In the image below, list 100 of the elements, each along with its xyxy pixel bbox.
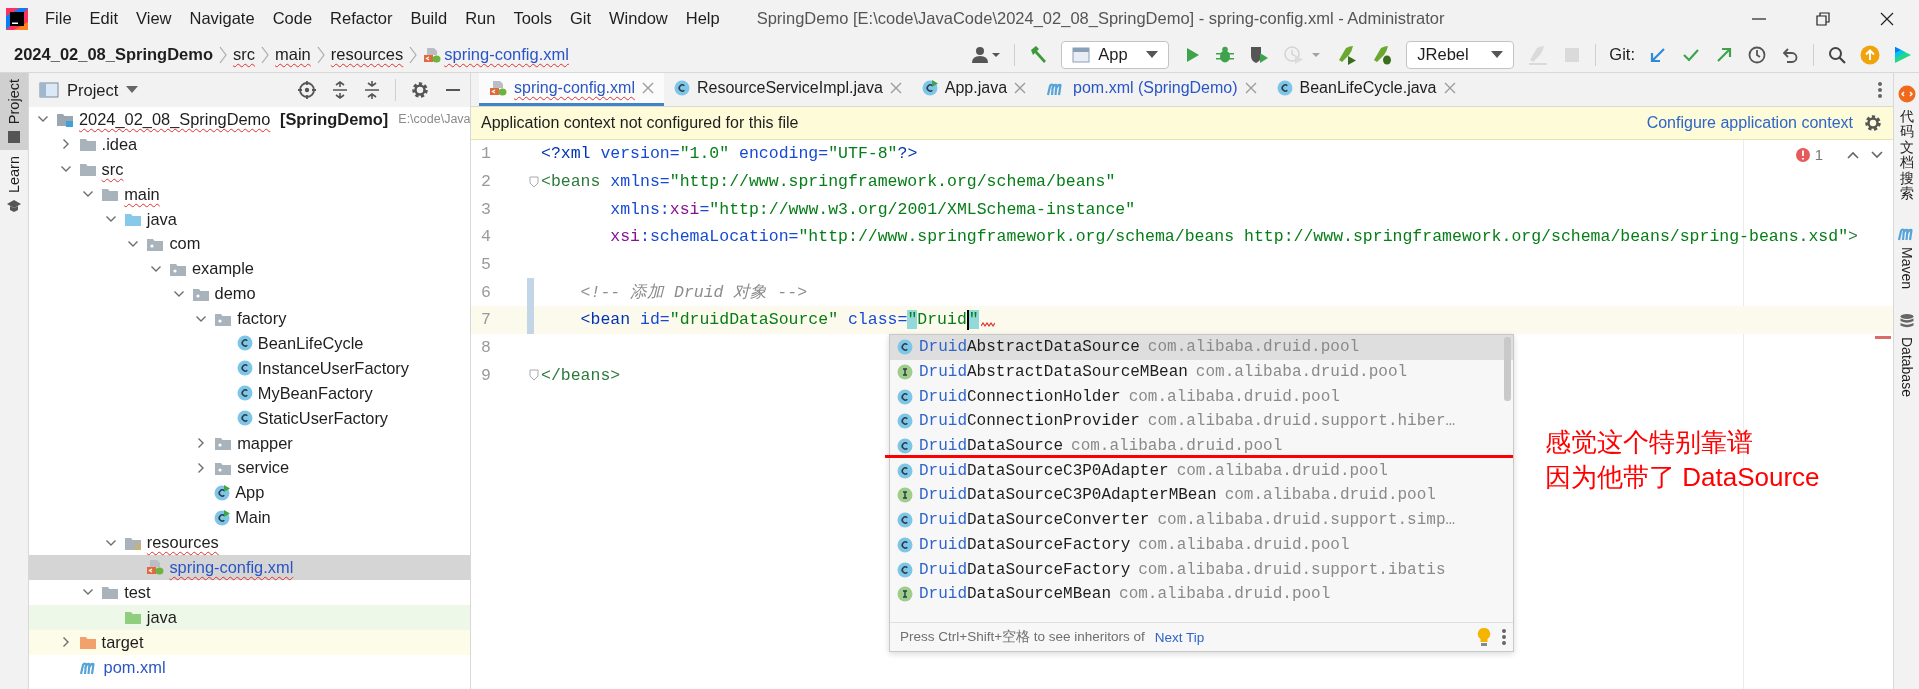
run-configuration-dropdown[interactable]: App: [1061, 40, 1170, 69]
tree-item[interactable]: factory: [29, 306, 470, 331]
code-line: </beans>: [541, 365, 621, 385]
editor-tab[interactable]: BeanLifeCycle.java: [1266, 73, 1466, 106]
tree-item[interactable]: spring-config.xml: [29, 555, 470, 580]
tree-item[interactable]: java: [29, 604, 470, 630]
tree-item[interactable]: src: [29, 156, 470, 182]
rocket-debug-icon[interactable]: [1371, 44, 1394, 65]
fold-marker-icon[interactable]: [529, 175, 539, 188]
breadcrumb-item[interactable]: src: [233, 45, 256, 64]
configure-link[interactable]: Configure application context: [1646, 114, 1853, 132]
menu-item[interactable]: Run: [456, 9, 505, 28]
menu-item[interactable]: Refactor: [321, 9, 402, 28]
problem-count[interactable]: 1: [1794, 146, 1823, 163]
menu-item[interactable]: Edit: [80, 9, 128, 28]
app-logo-icon[interactable]: [6, 7, 28, 30]
locate-icon[interactable]: [297, 80, 317, 100]
tree-item[interactable]: service: [29, 455, 470, 481]
tree-item[interactable]: InstanceUserFactory: [29, 355, 470, 381]
menu-item[interactable]: Window: [600, 9, 677, 28]
xml-file-icon: [423, 46, 442, 63]
menu-item[interactable]: Help: [676, 9, 729, 28]
tree-item[interactable]: example: [29, 256, 470, 282]
tool-window-tab[interactable]: Learn: [0, 150, 28, 220]
editor-tab[interactable]: ResourceServiceImpl.java: [663, 73, 912, 106]
completion-item[interactable]: DruidDataSourceC3P0Adapter com.alibaba.druid.pool: [890, 458, 1513, 484]
scrollbar-thumb[interactable]: [1504, 337, 1511, 401]
completion-item[interactable]: DruidDataSourceFactory com.alibaba.druid.pool: [890, 532, 1513, 558]
lightbulb-icon[interactable]: [1477, 627, 1491, 647]
completion-item[interactable]: DruidDataSourceMBean com.alibaba.druid.pool: [890, 581, 1513, 607]
tree-item[interactable]: StaticUserFactory: [29, 405, 470, 431]
history-icon[interactable]: [1747, 44, 1767, 65]
completion-item[interactable]: DruidDataSourceConverter com.alibaba.druid.support.simp…: [890, 507, 1513, 533]
code-line: <?xml version="1.0" encoding="UTF-8"?>: [541, 144, 918, 164]
tree-item[interactable]: test: [29, 579, 470, 605]
panel-window-icon: [39, 81, 59, 99]
expand-all-icon[interactable]: [331, 80, 349, 100]
menu-item[interactable]: Code: [263, 9, 322, 28]
tree-item[interactable]: MyBeanFactory: [29, 380, 470, 406]
collapse-all-icon[interactable]: [363, 80, 381, 100]
fold-marker-icon[interactable]: [529, 369, 539, 382]
project-view-dropdown[interactable]: Project: [39, 80, 139, 100]
interface-icon: [897, 487, 913, 504]
menu-item[interactable]: Build: [401, 9, 457, 28]
tree-item[interactable]: App: [29, 480, 470, 506]
menu-item[interactable]: File: [36, 9, 81, 28]
breadcrumb-item[interactable]: spring-config.xml: [423, 45, 569, 64]
breadcrumb-item[interactable]: main: [275, 45, 311, 64]
tree-item[interactable]: main: [29, 181, 470, 207]
tool-window-tab[interactable]: Maven: [1896, 225, 1917, 290]
tree-item[interactable]: .idea: [29, 131, 470, 157]
tree-item[interactable]: Main: [29, 505, 470, 531]
line-number: 9: [480, 365, 492, 385]
tree-item[interactable]: pom.xml: [29, 654, 470, 680]
menu-item[interactable]: View: [127, 9, 181, 28]
menu-item[interactable]: Navigate: [180, 9, 264, 28]
completion-item[interactable]: DruidAbstractDataSource com.alibaba.druid.pool: [890, 335, 1513, 360]
folder-icon: [78, 161, 97, 178]
tree-item[interactable]: java: [29, 206, 470, 232]
close-tab-icon[interactable]: [641, 82, 654, 94]
tool-window-tab[interactable]: 代码文档搜索: [1897, 85, 1916, 202]
menu-item[interactable]: Tools: [504, 9, 561, 28]
tree-item[interactable]: com: [29, 231, 470, 257]
search-icon[interactable]: [1827, 44, 1847, 65]
dropdown-caret-icon: [126, 86, 139, 94]
class-icon: [897, 438, 913, 455]
toolbox-logo-icon[interactable]: [1893, 44, 1913, 65]
menu-item[interactable]: Git: [560, 9, 601, 28]
completion-item[interactable]: DruidConnectionHolder com.alibaba.druid.pool: [890, 384, 1513, 410]
tree-item[interactable]: 2024_02_08_SpringDemo [SpringDemo] E:\code\Java: [29, 107, 470, 132]
settings-icon[interactable]: [410, 80, 430, 100]
rocket-run-icon[interactable]: [1336, 44, 1359, 65]
user-menu-icon[interactable]: [971, 44, 1002, 65]
minimize-icon: [1752, 17, 1766, 20]
tree-item[interactable]: demo: [29, 281, 470, 307]
breadcrumb-item[interactable]: resources: [330, 45, 404, 64]
more-icon[interactable]: [1877, 79, 1883, 100]
more-icon[interactable]: [1501, 628, 1507, 646]
tool-window-tab[interactable]: Project: [0, 73, 28, 151]
completion-item[interactable]: DruidConnectionProvider com.alibaba.druid.support.hiber…: [890, 409, 1513, 434]
editor-tab[interactable]: App.java: [911, 73, 1037, 106]
next-tip-link[interactable]: Next Tip: [1154, 629, 1205, 645]
tree-item[interactable]: target: [29, 629, 470, 655]
editor-tab[interactable]: pom.xml (SpringDemo): [1036, 73, 1267, 106]
completion-item[interactable]: DruidAbstractDataSourceMBean com.alibaba.druid.pool: [890, 359, 1513, 385]
completion-item[interactable]: DruidDataSource com.alibaba.druid.pool: [890, 433, 1513, 459]
code-line: xmlns:xsi="http://www.w3.org/2001/XMLSchema-instance": [609, 199, 1136, 219]
breadcrumb-item[interactable]: 2024_02_08_SpringDemo: [14, 45, 214, 64]
settings-icon[interactable]: [1863, 113, 1883, 133]
tree-item[interactable]: mapper: [29, 430, 470, 456]
completion-item[interactable]: DruidDataSourceFactory com.alibaba.druid.support.ibatis: [890, 557, 1513, 582]
completion-item[interactable]: DruidDataSourceC3P0AdapterMBean com.alibaba.druid.pool: [890, 483, 1513, 508]
hammer-icon[interactable]: [1028, 44, 1049, 65]
xml-file-icon: [489, 80, 507, 96]
tree-item[interactable]: BeanLifeCycle: [29, 331, 470, 356]
run-configuration-dropdown[interactable]: JRebel: [1406, 40, 1515, 69]
debug-icon[interactable]: [1215, 44, 1236, 65]
tool-window-tab[interactable]: Database: [1898, 313, 1915, 398]
tree-item[interactable]: resources: [29, 530, 470, 556]
editor-tab[interactable]: spring-config.xml: [479, 73, 664, 106]
